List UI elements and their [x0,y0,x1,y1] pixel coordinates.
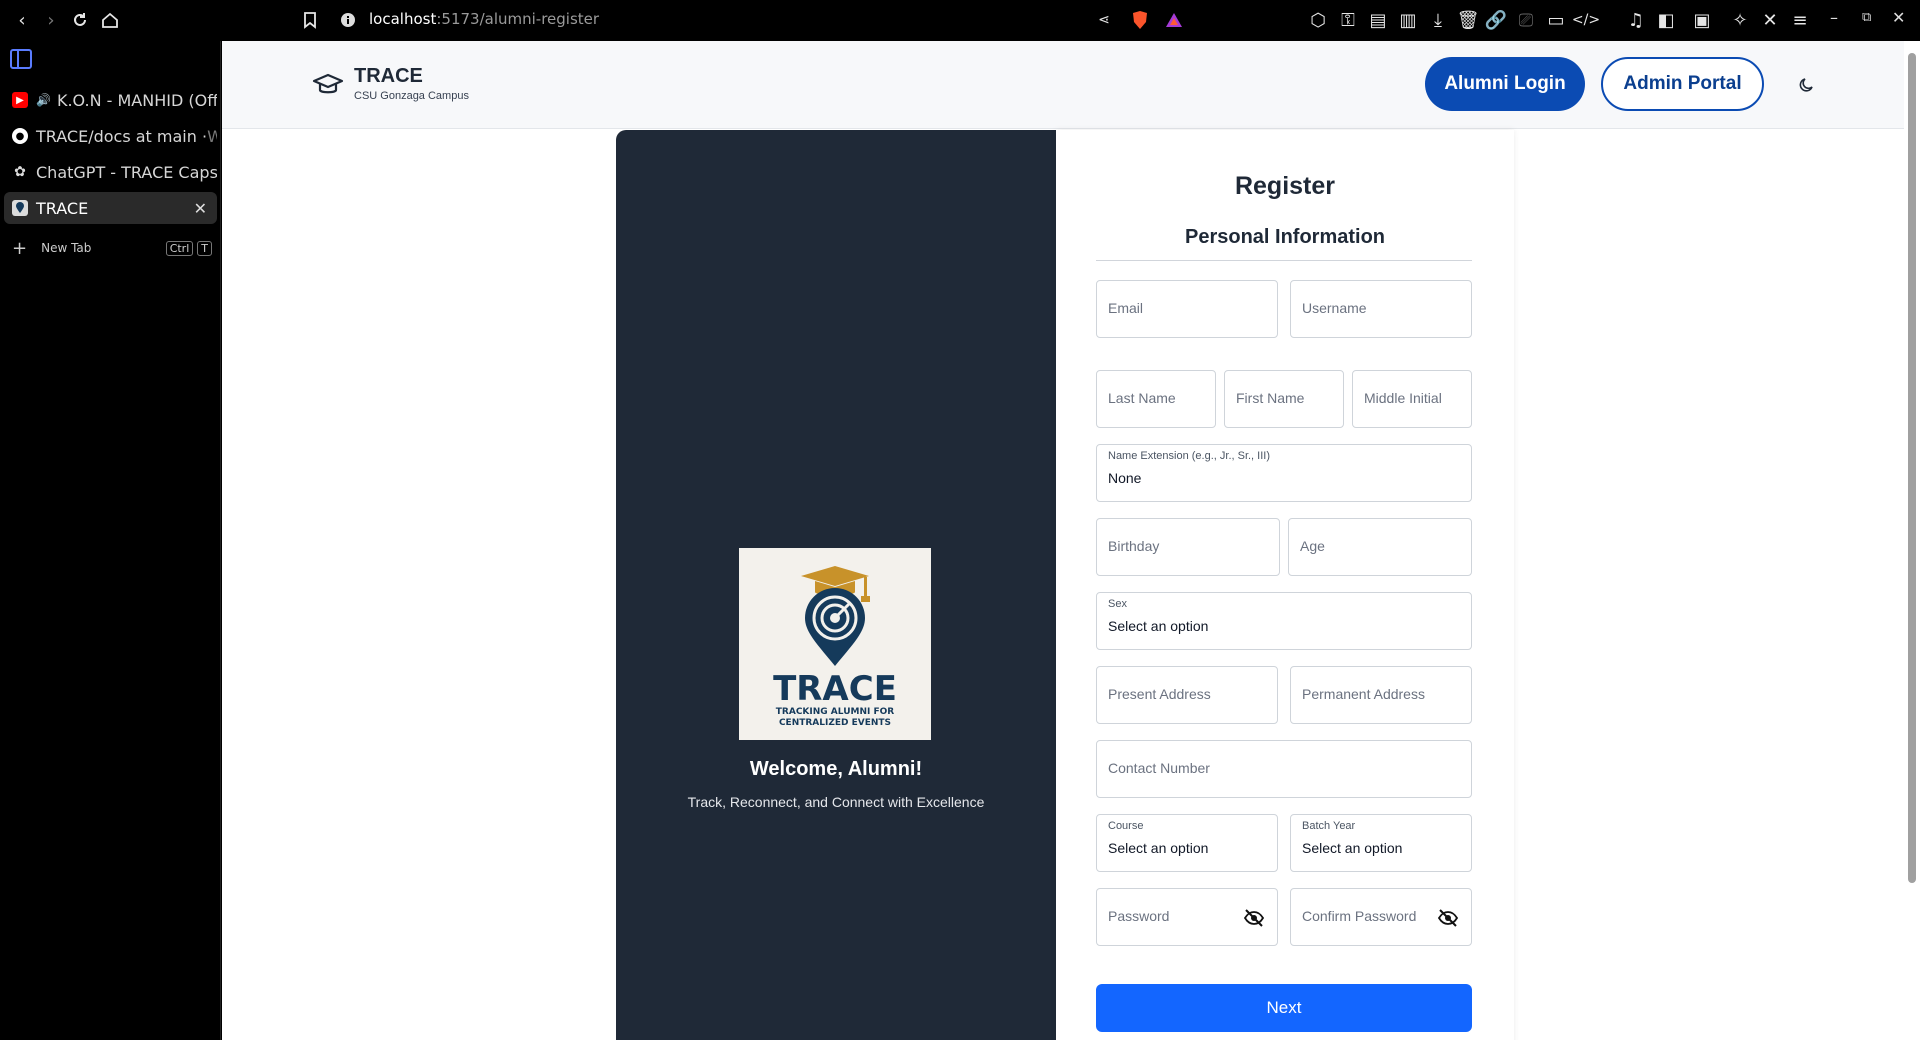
welcome-panel: TRACE TRACKING ALUMNI FOR CENTRALIZED EV… [616,130,1056,1040]
browser-toolbar: ‹ › localhost:5173/alumni-register ⋖ ⬡ ⚿… [0,0,1920,41]
trace-logo: TRACE TRACKING ALUMNI FOR CENTRALIZED EV… [739,548,931,740]
code-icon[interactable]: </> [1572,8,1600,32]
tab-trace-docs[interactable]: ● TRACE/docs at main · W [4,120,217,152]
alumni-login-button[interactable]: Alumni Login [1425,57,1585,111]
birthday-field[interactable]: Birthday [1096,518,1280,576]
section-title: Personal Information [1184,226,1386,248]
audio-playing-icon: 🔊 [36,93,51,107]
brave-rewards-icon[interactable] [1162,8,1186,32]
contact-number-field[interactable]: Contact Number [1096,740,1472,798]
welcome-tagline: Track, Reconnect, and Connect with Excel… [687,794,985,810]
trash-icon[interactable]: 🗑 [1456,8,1480,32]
admin-portal-button[interactable]: Admin Portal [1601,57,1764,111]
scrollbar-thumb[interactable] [1908,53,1916,883]
sidebar-toggle-icon[interactable] [10,49,32,69]
youtube-icon: ▶ [12,92,28,108]
site-info-icon[interactable] [336,8,360,32]
link-icon[interactable]: 🔗 [1484,8,1508,32]
name-extension-select[interactable]: Name Extension (e.g., Jr., Sr., III) Non… [1096,444,1472,502]
bookmark-icon[interactable] [298,8,322,32]
openai-icon: ✿ [14,164,26,180]
leo-ai-icon[interactable]: ✧ [1728,8,1752,32]
course-select[interactable]: Course Select an option [1096,814,1278,872]
tab-label: ChatGPT - TRACE Caps [36,162,217,182]
page-scrollbar[interactable] [1904,41,1920,1040]
devices-icon[interactable]: ▭ [1544,8,1568,32]
moon-icon [1799,78,1813,92]
confirm-password-field[interactable]: Confirm Password [1290,888,1472,946]
brand-title: TRACE [354,65,423,87]
tab-label: TRACE/docs at main · [36,126,208,146]
age-field[interactable]: Age [1288,518,1472,576]
username-field[interactable]: Username [1290,280,1472,338]
minimize-icon[interactable]: – [1830,8,1838,27]
tab-trace[interactable]: TRACE ✕ [4,192,217,224]
eye-off-icon[interactable] [1437,908,1459,928]
address-bar[interactable]: localhost:5173/alumni-register [369,10,599,28]
tab-kon-manhid[interactable]: ▶ 🔊 K.O.N - MANHID (Off [4,84,217,116]
menu-icon[interactable]: ≡ [1788,8,1812,32]
section-divider [1096,260,1472,261]
plus-icon: + [12,237,28,259]
form-title: Register [1234,172,1336,200]
extensions-icon[interactable]: ⬡ [1306,8,1330,32]
new-tab-button[interactable]: + New Tab Ctrl T [12,237,212,259]
sidebar-panel-icon[interactable]: ◧ [1654,8,1678,32]
email-field[interactable]: Email [1096,280,1278,338]
sex-select[interactable]: Sex Select an option [1096,592,1472,650]
app-navbar: TRACE CSU Gonzaga Campus Alumni Login Ad… [222,41,1904,129]
brand[interactable]: TRACE CSU Gonzaga Campus [312,65,469,102]
permanent-address-field[interactable]: Permanent Address [1290,666,1472,724]
welcome-heading: Welcome, Alumni! [749,758,923,780]
close-tab-icon[interactable]: ✕ [194,199,207,218]
key-icon[interactable]: ⚿ [1336,8,1360,32]
svg-text:TRACKING ALUMNI FOR: TRACKING ALUMNI FOR [776,707,894,717]
reading-list-icon[interactable]: ▥ [1396,8,1420,32]
home-icon[interactable] [98,8,122,32]
tools-icon[interactable]: ✕ [1758,8,1782,32]
page-viewport: TRACE CSU Gonzaga Campus Alumni Login Ad… [222,41,1904,1040]
notifications-icon[interactable]: ▣ [1690,8,1714,32]
svg-text:CENTRALIZED EVENTS: CENTRALIZED EVENTS [779,718,891,728]
register-form: Register Personal Information Email User… [1056,130,1514,1040]
page-icon[interactable]: ▤ [1366,8,1390,32]
music-icon[interactable]: ♫ [1624,8,1648,32]
tab-sidebar: ▶ 🔊 K.O.N - MANHID (Off ● TRACE/docs at … [0,41,221,1040]
back-icon[interactable]: ‹ [10,8,34,32]
password-field[interactable]: Password [1096,888,1278,946]
graduation-cap-icon [312,73,344,93]
tab-chatgpt[interactable]: ✿ ChatGPT - TRACE Capst [4,156,217,188]
close-window-icon[interactable]: ✕ [1892,8,1905,27]
forward-icon[interactable]: › [39,8,63,32]
tab-label: K.O.N - MANHID (Off [56,90,217,110]
restore-icon[interactable]: ⧉ [1862,10,1871,25]
tab-label: TRACE [36,198,89,218]
middle-initial-field[interactable]: Middle Initial [1352,370,1472,428]
brave-shield-icon[interactable] [1128,8,1152,32]
cast-icon[interactable]: ⎚ [1514,8,1538,32]
last-name-field[interactable]: Last Name [1096,370,1216,428]
brand-subtitle: CSU Gonzaga Campus [354,90,469,102]
svg-text:TRACE: TRACE [773,669,897,709]
first-name-field[interactable]: First Name [1224,370,1344,428]
present-address-field[interactable]: Present Address [1096,666,1278,724]
theme-toggle-button[interactable] [1793,71,1821,99]
next-button[interactable]: Next [1096,984,1472,1032]
batch-year-select[interactable]: Batch Year Select an option [1290,814,1472,872]
share-icon[interactable]: ⋖ [1092,8,1116,32]
reload-icon[interactable] [68,8,92,32]
eye-off-icon[interactable] [1243,908,1265,928]
trace-favicon [12,200,28,216]
github-icon: ● [12,128,28,144]
download-icon[interactable]: ⤓ [1426,8,1450,32]
